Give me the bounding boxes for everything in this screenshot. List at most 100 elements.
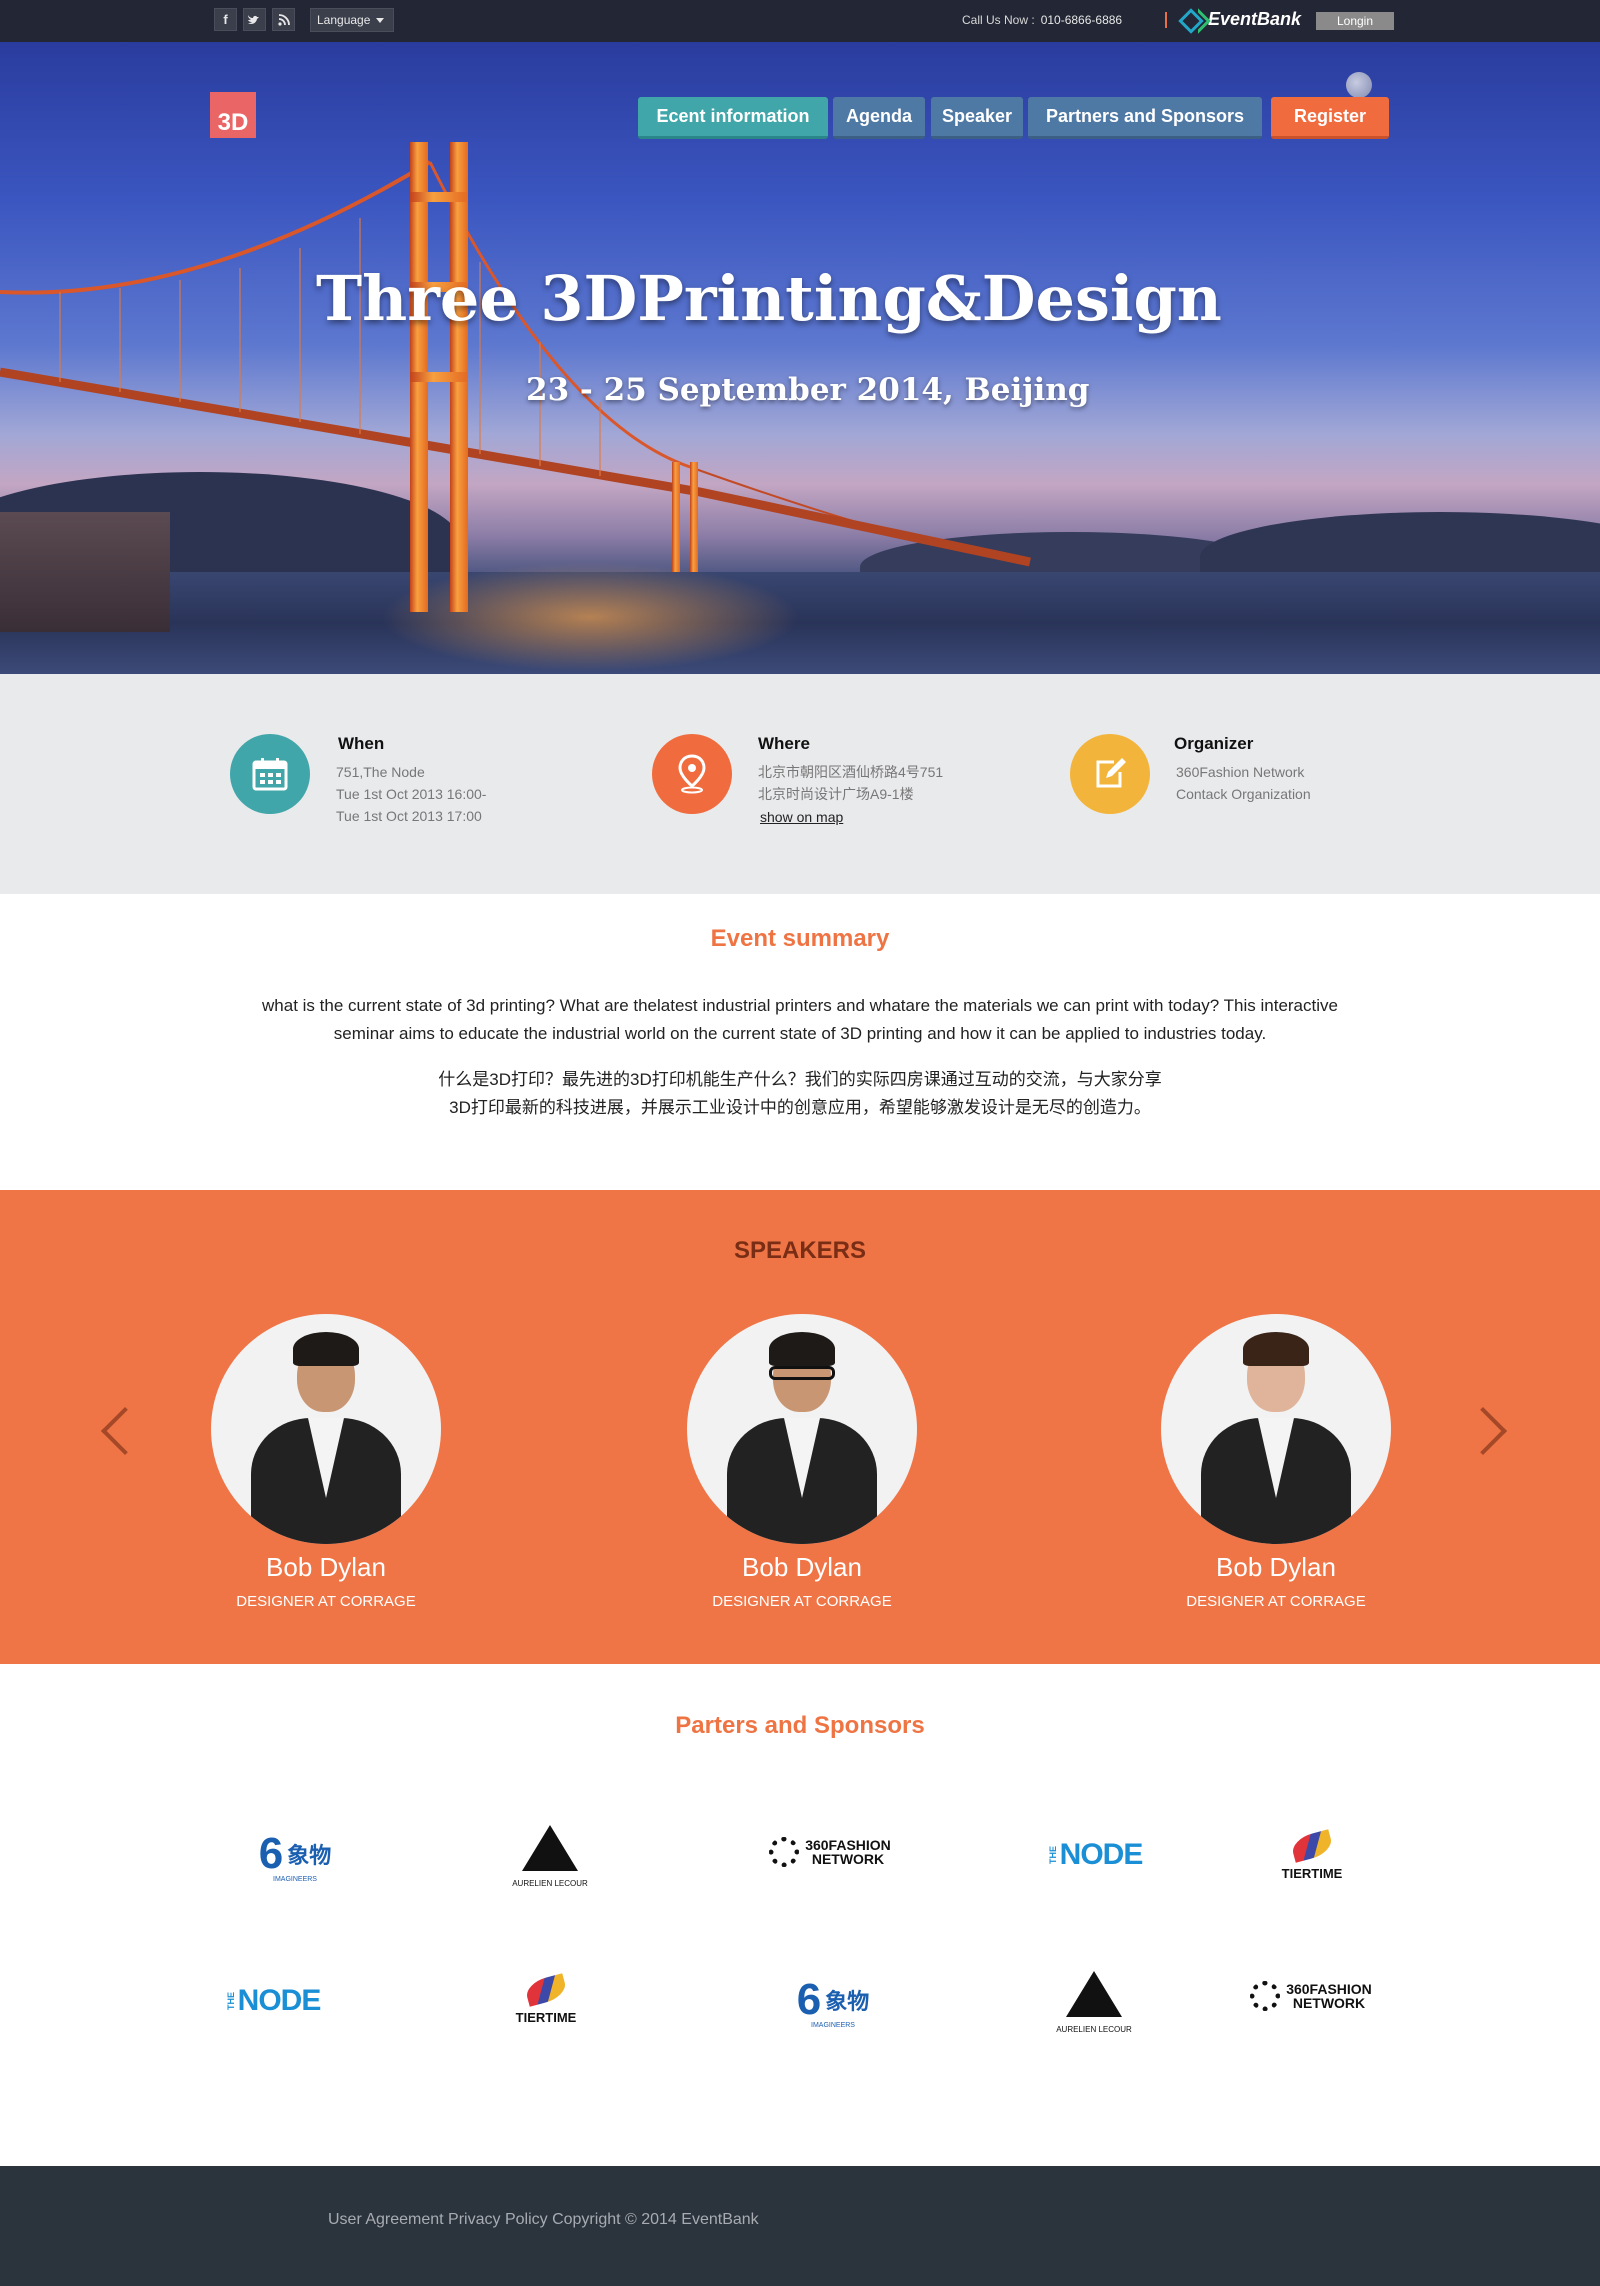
footer-text: User Agreement Privacy Policy Copyright …: [328, 2211, 759, 2228]
tower-beam: [410, 372, 468, 382]
fashion-line2: NETWORK: [1292, 1995, 1366, 2011]
when-title: When: [338, 734, 385, 753]
aurelien-text: AURELIEN LECOUR: [512, 1878, 588, 1888]
xiangwu-mark-icon: 6: [796, 1974, 822, 2024]
calendar-icon: [230, 734, 310, 814]
sponsor-logo-the-node[interactable]: THE NODE: [218, 1966, 328, 2036]
tiertime-text: TIERTIME: [1281, 1865, 1343, 1881]
where-line: 北京市朝阳区酒仙桥路4号751: [758, 764, 944, 780]
eventbank-logo[interactable]: EventBank: [1180, 8, 1301, 30]
summary-line: 3D打印最新的科技进展，并展示工业设计中的创意应用，希望能够激发设计是无尽的创造…: [449, 1098, 1151, 1117]
caret-down-icon: [376, 17, 385, 23]
sponsor-logo-tiertime[interactable]: TIERTIME: [496, 1966, 596, 2036]
top-bar: f Language Call Us Now : 010-6866-6886 Ev…: [0, 0, 1600, 42]
nav-agenda[interactable]: Agenda: [833, 97, 925, 139]
sponsor-logo-aurelien[interactable]: AURELIEN LECOUR: [490, 1808, 610, 1904]
sponsors-title: Parters and Sponsors: [675, 1712, 925, 1739]
location-pin-icon: [652, 734, 732, 814]
dotted-ring-icon: [1250, 1981, 1281, 2011]
call-us: Call Us Now : 010-6866-6886: [962, 13, 1122, 27]
summary-text-zh: 什么是3D打印？最先进的3D打印机能生产什么？我们的实际四房课通过互动的交流，与…: [300, 1066, 1300, 1122]
language-label: Language: [317, 13, 371, 27]
speaker-role: DESIGNER AT CORRAGE: [712, 1593, 892, 1610]
triangle-mark-icon: [1066, 1970, 1122, 2017]
xiangwu-subtext: IMAGINEERS: [273, 1875, 317, 1883]
tower-beam: [410, 192, 468, 202]
speaker-role: DESIGNER AT CORRAGE: [236, 1593, 416, 1610]
divider: [1165, 12, 1167, 28]
event-summary-title: Event summary: [710, 925, 890, 952]
when-line: 751,The Node: [336, 764, 425, 780]
footer: User Agreement Privacy Policy Copyright …: [0, 2166, 1600, 2286]
bridge-tower: [690, 462, 698, 572]
speaker-avatar[interactable]: [687, 1314, 917, 1544]
sponsor-logo-360fashion[interactable]: 360FASHION NETWORK: [755, 1822, 905, 1882]
speaker-name: Bob Dylan: [1216, 1552, 1336, 1582]
sponsor-logo-the-node[interactable]: THE NODE: [1040, 1820, 1150, 1890]
summary-line: 什么是3D打印？最先进的3D打印机能生产什么？我们的实际四房课通过互动的交流，与…: [438, 1070, 1162, 1089]
triangle-mark-icon: [522, 1824, 578, 1871]
hero-title: Three 3DPrinting&Design: [316, 262, 1222, 335]
feather-mark-icon: [1289, 1828, 1335, 1863]
speaker-avatar[interactable]: [211, 1314, 441, 1544]
language-dropdown[interactable]: Language: [310, 8, 394, 32]
facebook-icon[interactable]: f: [214, 8, 237, 31]
xiangwu-text: 象物: [287, 1842, 332, 1868]
sponsor-logo-360fashion[interactable]: 360FASHION NETWORK: [1236, 1966, 1386, 2026]
when-line: Tue 1st Oct 2013 17:00: [336, 808, 482, 824]
nav-partners-sponsors[interactable]: Partners and Sponsors: [1028, 97, 1262, 139]
chevron-right-icon[interactable]: [1474, 1400, 1504, 1460]
organizer-line[interactable]: 360Fashion Network: [1176, 761, 1304, 783]
tiertime-text: TIERTIME: [515, 2009, 577, 2025]
eventbank-mark-icon: [1180, 8, 1202, 30]
when-line: Tue 1st Oct 2013 16:00-: [336, 786, 487, 802]
node-text: NODE: [237, 1984, 322, 2017]
social-links: f: [214, 8, 295, 31]
hero-subtitle: 23 - 25 September 2014, Beijing: [526, 372, 1090, 408]
node-the-text: THE: [225, 1992, 236, 2010]
nav-event-information[interactable]: Ecent information: [638, 97, 828, 139]
show-on-map-link[interactable]: show on map: [760, 809, 843, 825]
feather-mark-icon: [523, 1972, 569, 2007]
sponsor-logo-xiangwu[interactable]: 6 象物 IMAGINEERS: [230, 1812, 360, 1902]
sponsor-logo-tiertime[interactable]: TIERTIME: [1262, 1822, 1362, 1892]
speaker-avatar[interactable]: [1161, 1314, 1391, 1544]
register-button[interactable]: Register: [1271, 97, 1389, 139]
twitter-icon[interactable]: [243, 8, 266, 31]
edit-document-icon: [1070, 734, 1150, 814]
organizer-title: Organizer: [1174, 734, 1254, 753]
speaker-hair: [293, 1332, 359, 1366]
speaker-hair: [769, 1332, 835, 1366]
site-logo[interactable]: 3D: [210, 92, 256, 138]
xiangwu-subtext: IMAGINEERS: [811, 2021, 855, 2029]
nav-speaker[interactable]: Speaker: [931, 97, 1023, 139]
speaker-name: Bob Dylan: [266, 1552, 386, 1582]
chevron-left-icon[interactable]: [100, 1400, 130, 1460]
summary-text-en: what is the current state of 3d printing…: [200, 992, 1400, 1048]
summary-line: what is the current state of 3d printing…: [262, 996, 1338, 1015]
call-number: 010-6866-6886: [1040, 13, 1123, 27]
where-title: Where: [758, 734, 810, 753]
rss-icon[interactable]: [272, 8, 295, 31]
speaker-name: Bob Dylan: [742, 1552, 862, 1582]
call-label: Call Us Now :: [962, 13, 1035, 27]
speaker-hair: [1243, 1332, 1309, 1366]
node-the-text: THE: [1047, 1846, 1058, 1864]
xiangwu-mark-icon: 6: [258, 1828, 284, 1878]
speaker-role: DESIGNER AT CORRAGE: [1186, 1593, 1366, 1610]
login-button[interactable]: Longin: [1316, 12, 1394, 30]
node-text: NODE: [1059, 1838, 1144, 1871]
where-line: 北京时尚设计广场A9-1楼: [758, 786, 914, 802]
contact-organization-link[interactable]: Contack Organization: [1176, 783, 1311, 805]
speakers-section: SPEAKERS Bob Dylan DESIGNER AT CORRAGE B…: [0, 1190, 1600, 1664]
xiangwu-text: 象物: [825, 1988, 870, 2014]
aurelien-text: AURELIEN LECOUR: [1056, 2024, 1132, 2034]
event-info-strip: When 751,The Node Tue 1st Oct 2013 16:00…: [0, 674, 1600, 894]
brand-name: EventBank: [1208, 8, 1302, 29]
sponsor-logo-aurelien[interactable]: AURELIEN LECOUR: [1034, 1954, 1154, 2050]
bridge-tower: [672, 462, 680, 572]
glasses: [769, 1366, 835, 1380]
sponsor-logo-xiangwu[interactable]: 6 象物 IMAGINEERS: [768, 1958, 898, 2048]
speakers-title: SPEAKERS: [733, 1237, 867, 1264]
summary-line: seminar aims to educate the industrial w…: [333, 1024, 1267, 1043]
